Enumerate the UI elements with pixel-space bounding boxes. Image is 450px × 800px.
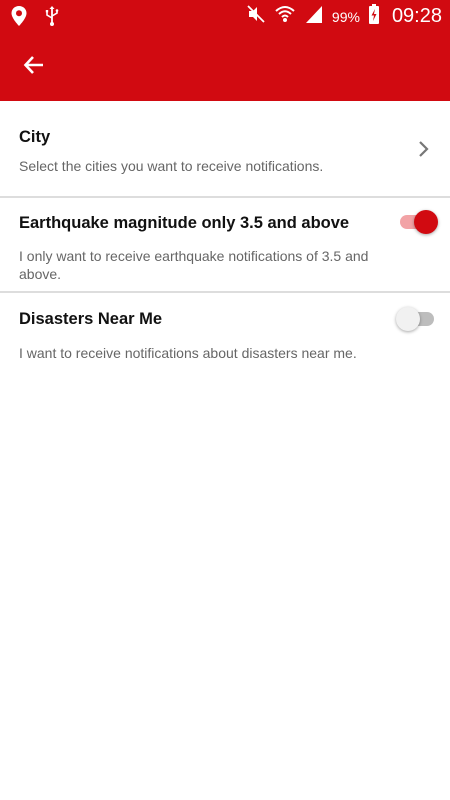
setting-disasters-title: Disasters Near Me bbox=[19, 310, 163, 328]
wifi-icon bbox=[274, 3, 296, 30]
setting-city[interactable]: City Select the cities you want to recei… bbox=[0, 101, 450, 196]
earthquake-magnitude-toggle[interactable] bbox=[396, 208, 438, 236]
signal-icon bbox=[304, 4, 324, 29]
toggle-thumb bbox=[396, 307, 420, 331]
clock: 09:28 bbox=[391, 5, 442, 27]
setting-disasters-summary: I want to receive notifications about di… bbox=[19, 345, 357, 361]
location-icon bbox=[10, 5, 28, 32]
usb-icon bbox=[44, 5, 60, 32]
status-bar: 99% 09:28 bbox=[0, 0, 450, 33]
mute-icon bbox=[246, 4, 266, 29]
disasters-near-me-toggle[interactable] bbox=[396, 305, 438, 333]
setting-earthquake-magnitude[interactable]: Earthquake magnitude only 3.5 and above … bbox=[0, 198, 450, 292]
setting-city-title: City bbox=[19, 128, 51, 146]
back-button[interactable] bbox=[14, 47, 54, 87]
chevron-right-icon[interactable] bbox=[414, 139, 434, 159]
back-arrow-icon[interactable] bbox=[22, 53, 46, 82]
battery-percent: 99% bbox=[331, 8, 360, 25]
setting-earthquake-title: Earthquake magnitude only 3.5 and above bbox=[19, 214, 350, 232]
setting-disasters-near-me[interactable]: Disasters Near Me I want to receive noti… bbox=[0, 293, 450, 393]
setting-city-summary: Select the cities you want to receive no… bbox=[19, 158, 324, 174]
toggle-thumb bbox=[414, 210, 438, 234]
app-bar bbox=[0, 33, 450, 101]
setting-earthquake-summary: I only want to receive earthquake notifi… bbox=[19, 248, 369, 282]
battery-charging-icon bbox=[368, 3, 380, 30]
status-right-icons: 99% 09:28 bbox=[246, 0, 442, 33]
status-left-icons bbox=[10, 5, 60, 32]
